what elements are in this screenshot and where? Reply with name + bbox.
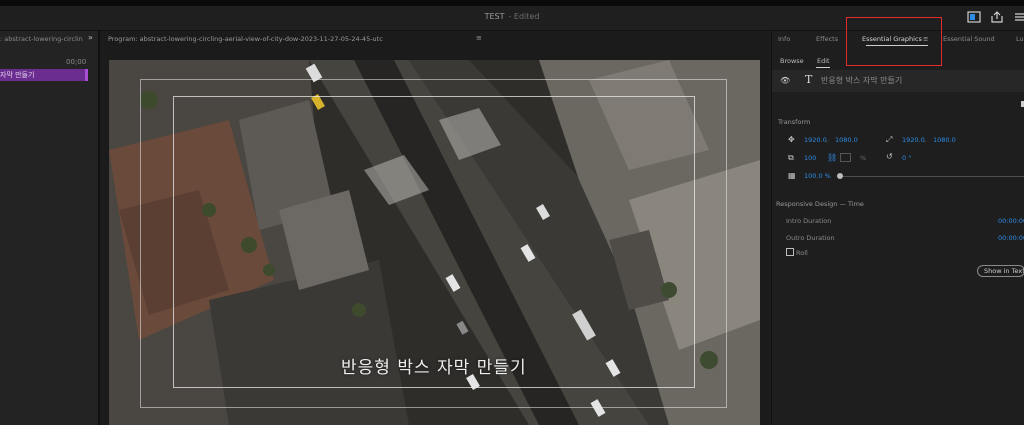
tab-essential-sound[interactable]: Essential Sound — [943, 35, 995, 43]
anchor-point-icon: ⤢ — [886, 135, 893, 144]
anchor-x[interactable]: 1920.0 — [902, 136, 925, 144]
position-x[interactable]: 1920.0 — [804, 136, 827, 144]
more-panels-icon[interactable]: » — [88, 33, 93, 42]
panel-menu-icon[interactable]: ≡ — [923, 35, 928, 43]
essential-graphics-panel: Info Effects Essential Graphics ≡ Essent… — [771, 17, 1024, 425]
roll-checkbox[interactable] — [786, 248, 794, 256]
intro-duration-label: Intro Duration — [786, 217, 832, 225]
position-icon: ✥ — [788, 135, 795, 144]
edit-status: - Edited — [508, 12, 540, 21]
opacity-slider-track[interactable] — [840, 176, 1024, 177]
scale-icon: ⧉ — [788, 153, 794, 162]
clip-trim-handle[interactable] — [85, 69, 88, 81]
outro-duration-value[interactable]: 00:00:00 — [998, 234, 1024, 242]
program-monitor-title[interactable]: Program: abstract-lowering-circling-aeri… — [108, 35, 383, 43]
scale-unit: % — [860, 154, 867, 162]
sequence-tab[interactable]: : abstract-lowering-circlin — [0, 35, 84, 45]
menu-icon[interactable] — [1014, 11, 1024, 23]
separator: , — [924, 136, 927, 144]
text-layer-icon: T — [805, 73, 813, 86]
layer-row[interactable]: 👁 T 반응형 박스 자막 만들기 — [772, 70, 1024, 92]
left-panel: : abstract-lowering-circlin » 00;00 자막 만… — [0, 31, 100, 425]
show-in-text-panel-button[interactable]: Show in Text panel — [977, 265, 1024, 277]
separator: , — [826, 136, 829, 144]
active-subtab-underline — [816, 67, 830, 68]
scale-value[interactable]: 100 — [804, 154, 816, 162]
timeline-clip[interactable]: 자막 만들기 — [0, 69, 88, 81]
project-name: TEST — [484, 12, 505, 21]
timecode: 00;00 — [66, 58, 87, 66]
anchor-y[interactable]: 1080.0 — [933, 136, 956, 144]
transform-label: Transform — [778, 118, 811, 126]
tab-info[interactable]: Info — [778, 35, 790, 43]
tab-edit[interactable]: Edit — [817, 57, 830, 65]
program-monitor: Program: abstract-lowering-circling-aeri… — [100, 31, 769, 425]
intro-duration-value[interactable]: 00:00:00 — [998, 217, 1024, 225]
rotation-icon: ↺ — [886, 152, 893, 161]
workspace-icon[interactable] — [967, 11, 981, 23]
opacity-value[interactable]: 100.0 % — [804, 172, 831, 180]
tab-browse[interactable]: Browse — [780, 57, 804, 65]
layer-name: 반응형 박스 자막 만들기 — [821, 76, 903, 85]
panel-menu-icon[interactable]: ≡ — [476, 34, 482, 42]
roll-label: Roll — [796, 249, 808, 257]
active-tab-underline — [866, 45, 928, 46]
caption-text[interactable]: 반응형 박스 자막 만들기 — [341, 353, 527, 378]
title-safe-guide — [173, 96, 695, 388]
scale-checkbox[interactable] — [840, 153, 851, 162]
opacity-slider-handle[interactable] — [837, 173, 843, 179]
rotation-value[interactable]: 0 ° — [902, 154, 911, 162]
share-export-icon[interactable] — [990, 11, 1004, 23]
tab-essential-graphics[interactable]: Essential Graphics — [862, 35, 922, 43]
tab-effects[interactable]: Effects — [816, 35, 838, 43]
responsive-design-label: Responsive Design — Time — [776, 200, 864, 208]
tab-lumetri[interactable]: Lu — [1016, 35, 1024, 43]
opacity-icon: ▦ — [788, 171, 796, 180]
outro-duration-label: Outro Duration — [786, 234, 835, 242]
clip-label: 자막 만들기 — [0, 71, 35, 79]
video-frame[interactable]: 반응형 박스 자막 만들기 — [109, 60, 760, 425]
eye-visibility-icon[interactable]: 👁 — [780, 76, 790, 85]
link-scale-icon[interactable]: ⛓ — [827, 153, 837, 162]
position-y[interactable]: 1080.0 — [835, 136, 858, 144]
